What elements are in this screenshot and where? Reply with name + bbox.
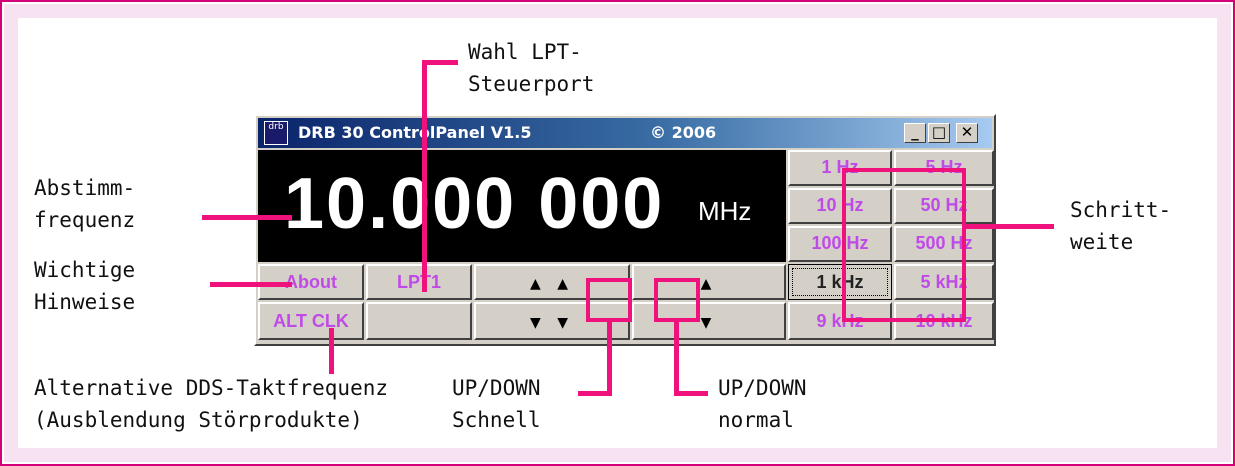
frame-strip-right — [1217, 4, 1231, 462]
alt-clk-button[interactable]: ALT CLK — [258, 302, 364, 340]
double-up-arrow-icon: ▲ ▲ — [530, 276, 574, 292]
annotation-fast: UP/DOWN Schnell — [452, 376, 541, 432]
frame-strip-bottom — [4, 448, 1231, 462]
app-icon: drb — [264, 121, 288, 145]
annotation-normal: UP/DOWN normal — [718, 376, 807, 432]
window-title: DRB 30 ControlPanel V1.5 — [298, 123, 532, 142]
callout-freq-line — [202, 215, 292, 220]
annotation-altclk-line1: Alternative DDS-Taktfrequenz — [34, 376, 389, 400]
callout-lpt-horizontal — [422, 60, 458, 65]
callout-step-line — [964, 224, 1054, 229]
minimize-button[interactable]: _ — [904, 123, 926, 143]
frame-strip-left — [4, 4, 18, 462]
annotation-altclk-line2: (Ausblendung Störprodukte) — [34, 408, 363, 432]
callout-lpt-vertical — [422, 60, 427, 292]
title-bar[interactable]: drb DRB 30 ControlPanel V1.5 © 2006 _ □ … — [258, 118, 992, 148]
callout-step-box — [842, 168, 966, 322]
callout-normal-horizontal — [674, 391, 708, 396]
lpt-port-button[interactable]: LPT1 — [366, 264, 472, 300]
window-copyright: © 2006 — [650, 123, 717, 142]
callout-normal-vertical — [674, 320, 679, 396]
annotation-hints: Wichtige Hinweise — [34, 258, 136, 314]
callout-altclk-line — [329, 328, 334, 374]
maximize-button[interactable]: □ — [928, 123, 950, 143]
close-button[interactable]: ✕ — [956, 123, 978, 143]
empty-button[interactable] — [366, 302, 472, 340]
annotation-lpt: Wahl LPT- Steuerport — [468, 40, 595, 96]
callout-fast-box — [586, 278, 632, 322]
frequency-display: 10.000 000 MHz — [258, 150, 786, 262]
callout-fast-horizontal — [578, 391, 612, 396]
callout-fast-vertical — [607, 320, 612, 396]
callout-hints-line — [210, 282, 292, 287]
down-arrow-icon: ▼ — [700, 315, 718, 331]
up-arrow-icon: ▲ — [700, 276, 718, 292]
annotation-frequency: Abstimm- frequenz — [34, 176, 136, 232]
double-down-arrow-icon: ▼ ▼ — [530, 315, 574, 331]
frame-strip-top — [4, 4, 1231, 18]
annotation-step: Schritt- weite — [1070, 198, 1172, 254]
frequency-value: 10.000 000 — [284, 164, 665, 244]
frequency-unit: MHz — [698, 196, 752, 226]
callout-normal-box — [654, 278, 700, 322]
